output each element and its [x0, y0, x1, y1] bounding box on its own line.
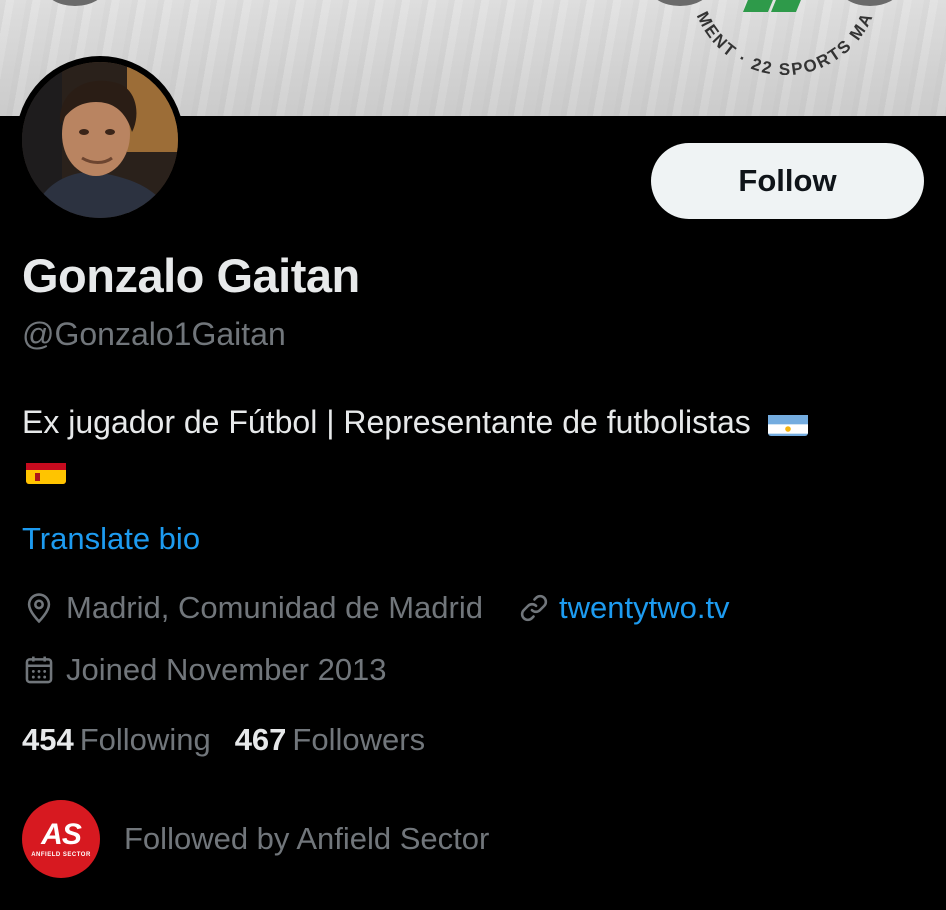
banner-badge-text: MENT · 22 SPORTS MA	[693, 9, 875, 75]
followers-label: Followers	[292, 722, 426, 757]
profile-meta-row: Madrid, Comunidad de Madrid twentytwo.tv	[22, 590, 730, 626]
display-name: Gonzalo Gaitan	[22, 249, 360, 302]
followers-count: 467	[234, 722, 287, 757]
avatar[interactable]	[16, 56, 184, 224]
banner-shape-left	[45, 0, 105, 6]
joined-date-text: Joined November 2013	[66, 652, 387, 687]
anfield-sector-avatar: AS ANFIELD SECTOR	[22, 800, 100, 878]
followed-by-text: Followed by Anfield Sector	[124, 821, 490, 856]
follow-stats: 454 Following 467 Followers	[22, 722, 425, 758]
link-icon	[520, 594, 548, 622]
avatar-portrait-icon	[22, 62, 178, 218]
website-link[interactable]: twentytwo.tv	[559, 590, 730, 626]
anfield-sector-logo-sub: ANFIELD SECTOR	[31, 852, 91, 858]
follow-button[interactable]: Follow	[651, 143, 924, 219]
following-count: 454	[22, 722, 74, 757]
followers-link[interactable]: 467 Followers	[235, 722, 425, 758]
following-link[interactable]: 454 Following	[22, 722, 211, 758]
followed-by-row[interactable]: AS ANFIELD SECTOR Followed by Anfield Se…	[22, 800, 489, 878]
banner-badge-icon: MENT · 22 SPORTS MA	[693, 0, 877, 75]
avatar-photo	[22, 62, 178, 218]
translate-bio-link[interactable]: Translate bio	[22, 521, 200, 557]
anfield-sector-logo-mark: AS	[41, 818, 82, 851]
svg-text:MENT · 22 SPORTS MA: MENT · 22 SPORTS MA	[693, 9, 877, 75]
following-label: Following	[79, 722, 211, 757]
bio-text: Ex jugador de Fútbol | Representante de …	[22, 404, 751, 440]
bio: Ex jugador de Fútbol | Representante de …	[22, 398, 922, 494]
argentina-flag-icon	[767, 408, 808, 436]
location-text: Madrid, Comunidad de Madrid	[66, 590, 483, 625]
location-pin-icon	[27, 593, 51, 624]
spain-flag-icon	[26, 456, 66, 484]
joined-row: Joined November 2013	[22, 652, 387, 688]
user-handle: @Gonzalo1Gaitan	[22, 316, 286, 352]
calendar-icon	[25, 656, 53, 684]
